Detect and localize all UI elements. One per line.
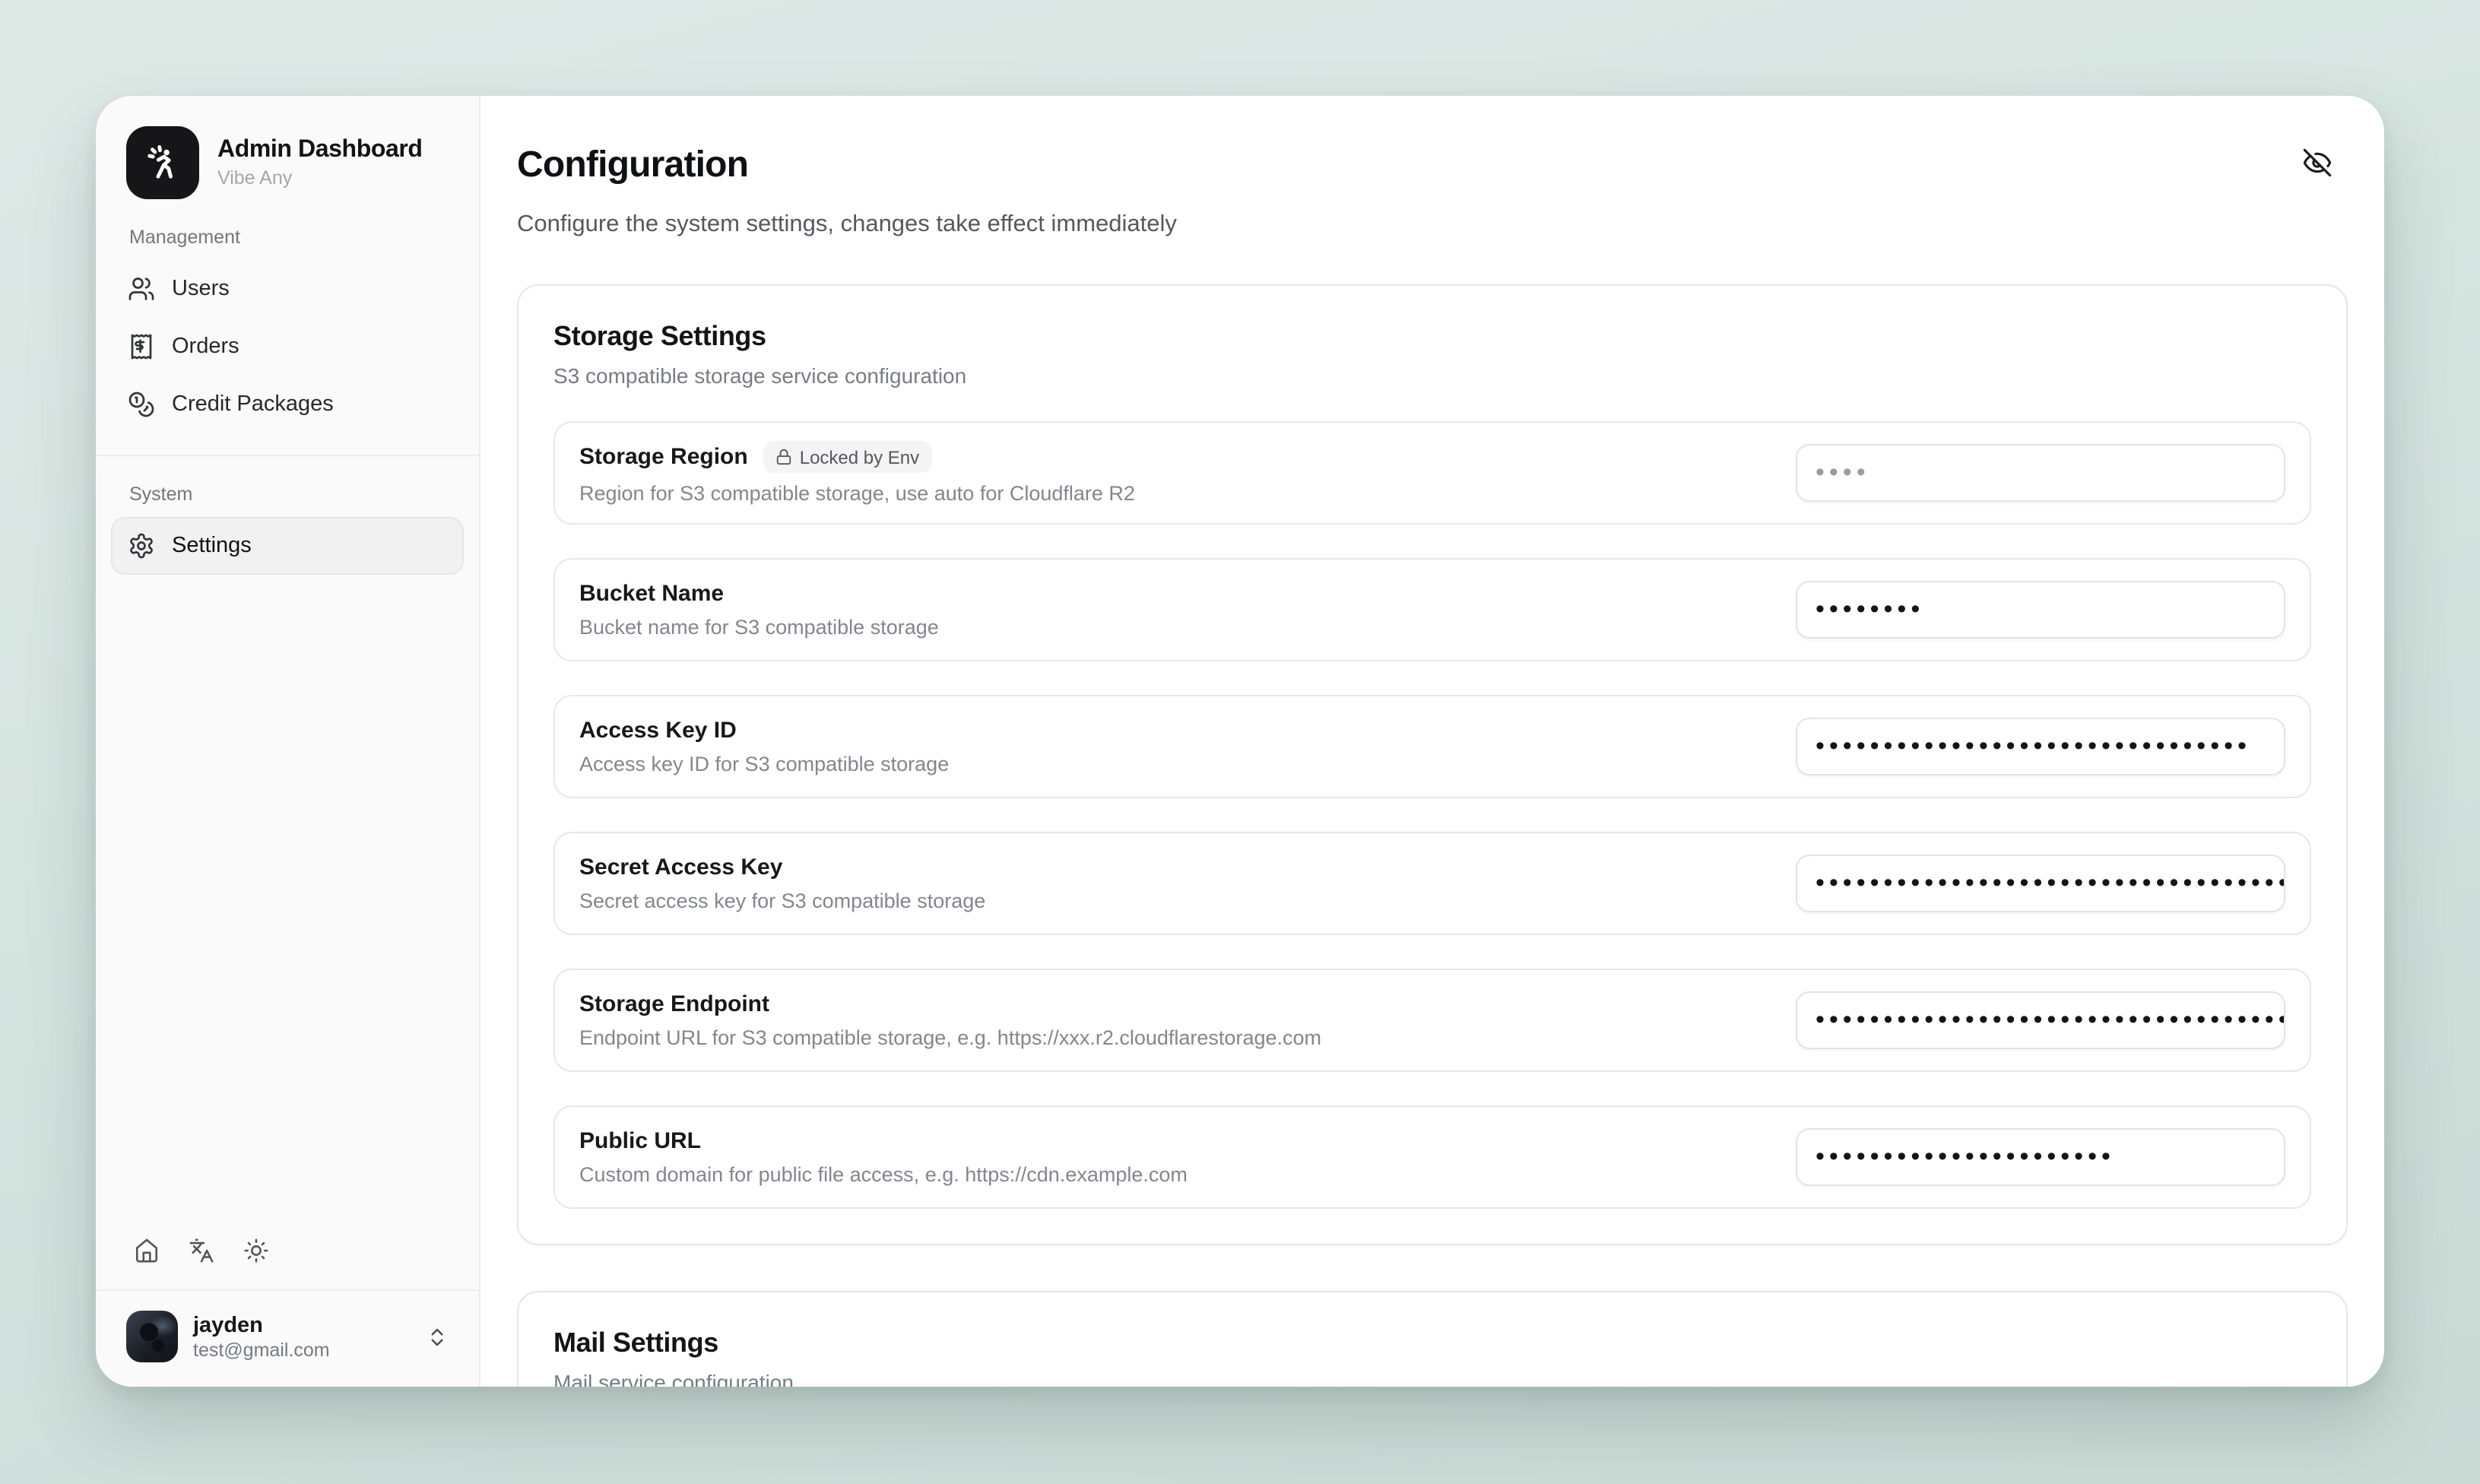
gear-icon xyxy=(128,532,155,560)
field-row-secret-access-key: Secret Access Key Secret access key for … xyxy=(553,832,2311,935)
desktop-background: Admin Dashboard Vibe Any Management User… xyxy=(0,0,2480,1484)
field-description: Custom domain for public file access, e.… xyxy=(579,1163,1188,1186)
sidebar-footer: jayden test@gmail.com xyxy=(96,1230,479,1387)
user-menu[interactable]: jayden test@gmail.com xyxy=(126,1291,449,1365)
admin-app-window: Admin Dashboard Vibe Any Management User… xyxy=(96,96,2384,1387)
sidebar-item-label: Credit Packages xyxy=(172,392,334,417)
card-subtitle: Mail service configuration xyxy=(553,1370,2311,1387)
users-icon xyxy=(128,275,155,303)
field-row-bucket-name: Bucket Name Bucket name for S3 compatibl… xyxy=(553,558,2311,661)
card-title: Mail Settings xyxy=(553,1327,2311,1359)
sidebar: Admin Dashboard Vibe Any Management User… xyxy=(96,96,480,1387)
field-row-access-key-id: Access Key ID Access key ID for S3 compa… xyxy=(553,695,2311,798)
sidebar-item-label: Orders xyxy=(172,335,239,359)
field-description: Bucket name for S3 compatible storage xyxy=(579,616,939,639)
brand-header: Admin Dashboard Vibe Any xyxy=(96,96,479,199)
sun-icon xyxy=(243,1238,269,1264)
field-label: Access Key ID xyxy=(579,718,737,744)
user-name: jayden xyxy=(193,1313,330,1337)
home-icon xyxy=(134,1238,160,1264)
field-description: Secret access key for S3 compatible stor… xyxy=(579,889,985,912)
field-description: Endpoint URL for S3 compatible storage, … xyxy=(579,1026,1321,1049)
field-row-storage-region: Storage Region Locked by Env Region for … xyxy=(553,421,2311,525)
app-subtitle: Vibe Any xyxy=(217,167,423,189)
app-title: Admin Dashboard xyxy=(217,137,423,164)
toggle-secrets-visibility-button[interactable] xyxy=(2290,135,2345,190)
chevrons-up-down-icon xyxy=(426,1325,449,1348)
sidebar-divider xyxy=(96,455,479,456)
sidebar-item-users[interactable]: Users xyxy=(111,260,464,318)
field-label: Storage Endpoint xyxy=(579,991,769,1017)
field-label: Secret Access Key xyxy=(579,855,782,880)
storage-endpoint-input[interactable]: ••••••••••••••••••••••••••••••••••••••••… xyxy=(1796,991,2285,1049)
storage-settings-card: Storage Settings S3 compatible storage s… xyxy=(517,284,2348,1245)
receipt-icon xyxy=(128,333,155,360)
eye-off-icon xyxy=(2302,147,2333,178)
field-label: Storage Region xyxy=(579,444,748,470)
sidebar-item-label: Users xyxy=(172,277,230,301)
sidebar-item-label: Settings xyxy=(172,534,252,558)
lock-icon xyxy=(775,449,792,465)
card-subtitle: S3 compatible storage service configurat… xyxy=(553,363,2311,388)
field-description: Access key ID for S3 compatible storage xyxy=(579,753,949,775)
field-label: Bucket Name xyxy=(579,581,724,607)
locked-by-env-badge: Locked by Env xyxy=(763,441,931,473)
page-title: Configuration xyxy=(517,144,2348,187)
public-url-input[interactable]: •••••••••••••••••••••• xyxy=(1796,1128,2285,1186)
field-label: Public URL xyxy=(579,1128,701,1154)
nav-section-management: Management xyxy=(129,227,449,248)
sidebar-item-settings[interactable]: Settings xyxy=(111,517,464,575)
language-button[interactable] xyxy=(181,1230,222,1271)
access-key-id-input[interactable]: •••••••••••••••••••••••••••••••• xyxy=(1796,718,2285,775)
language-icon xyxy=(189,1238,214,1264)
field-row-public-url: Public URL Custom domain for public file… xyxy=(553,1105,2311,1209)
user-email: test@gmail.com xyxy=(193,1339,330,1360)
bucket-name-input[interactable]: •••••••• xyxy=(1796,581,2285,639)
page-subtitle: Configure the system settings, changes t… xyxy=(517,211,2348,239)
mail-settings-card: Mail Settings Mail service configuration xyxy=(517,1291,2348,1387)
storage-region-input[interactable]: •••• xyxy=(1796,444,2285,502)
sidebar-item-credit-packages[interactable]: Credit Packages xyxy=(111,376,464,433)
home-button[interactable] xyxy=(126,1230,167,1271)
sidebar-item-orders[interactable]: Orders xyxy=(111,318,464,376)
theme-button[interactable] xyxy=(236,1230,277,1271)
field-description: Region for S3 compatible storage, use au… xyxy=(579,482,1135,505)
avatar xyxy=(126,1311,178,1362)
nav-section-system: System xyxy=(129,484,449,505)
secret-access-key-input[interactable]: ••••••••••••••••••••••••••••••••••••••••… xyxy=(1796,855,2285,912)
logo-runner-icon xyxy=(126,126,199,199)
sidebar-nav: Management Users Orders xyxy=(96,199,479,575)
field-row-storage-endpoint: Storage Endpoint Endpoint URL for S3 com… xyxy=(553,969,2311,1072)
coins-icon xyxy=(128,391,155,418)
main-content: Configuration Configure the system setti… xyxy=(480,96,2384,1387)
card-title: Storage Settings xyxy=(553,321,2311,353)
